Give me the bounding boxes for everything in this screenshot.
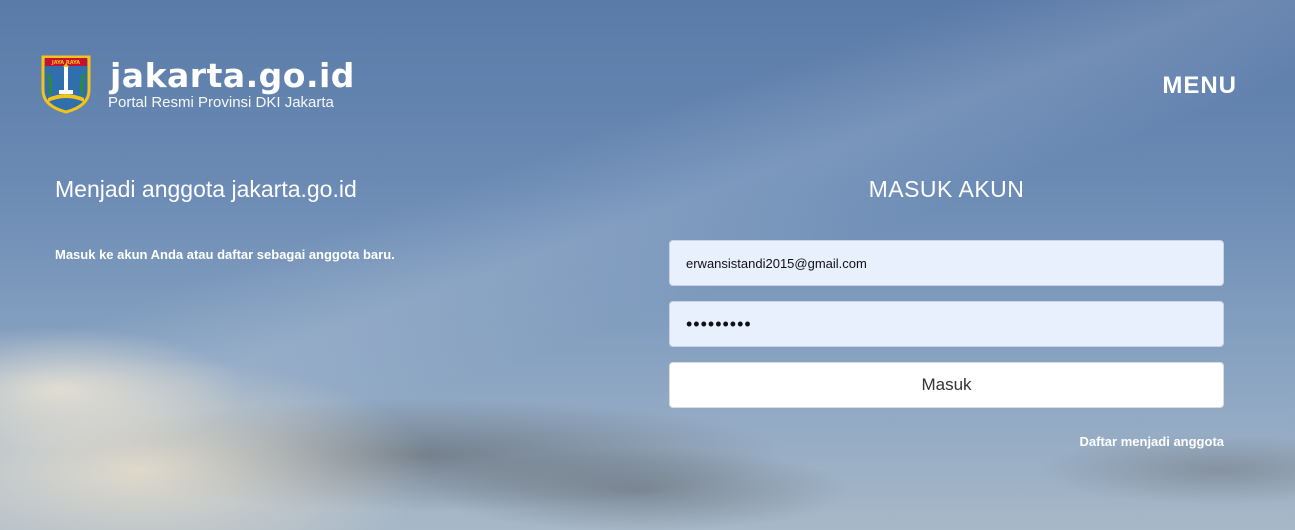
login-title: MASUK AKUN [868, 176, 1025, 202]
menu-button[interactable]: MENU [1162, 72, 1237, 100]
login-form: MASUK AKUN Masuk Daftar menjadi anggota [669, 176, 1224, 449]
register-link[interactable]: Daftar menjadi anggota [669, 434, 1224, 449]
intro-description: Masuk ke akun Anda atau daftar sebagai a… [55, 247, 395, 262]
login-button[interactable]: Masuk [669, 362, 1224, 408]
emblem-text: JAYA RAYA [51, 60, 80, 66]
site-name: jakarta.go.id [110, 56, 355, 95]
jakarta-emblem-icon: JAYA RAYA [41, 55, 91, 114]
email-field[interactable] [669, 240, 1224, 286]
intro-section: Menjadi anggota jakarta.go.id Masuk ke a… [55, 176, 615, 262]
site-logo[interactable]: JAYA RAYA jakarta.go.id Portal Resmi Pro… [40, 54, 355, 114]
site-header: JAYA RAYA jakarta.go.id Portal Resmi Pro… [0, 0, 1295, 140]
intro-title: Menjadi anggota jakarta.go.id [55, 176, 357, 202]
password-field[interactable] [669, 301, 1224, 347]
site-tagline: Portal Resmi Provinsi DKI Jakarta [108, 94, 334, 111]
